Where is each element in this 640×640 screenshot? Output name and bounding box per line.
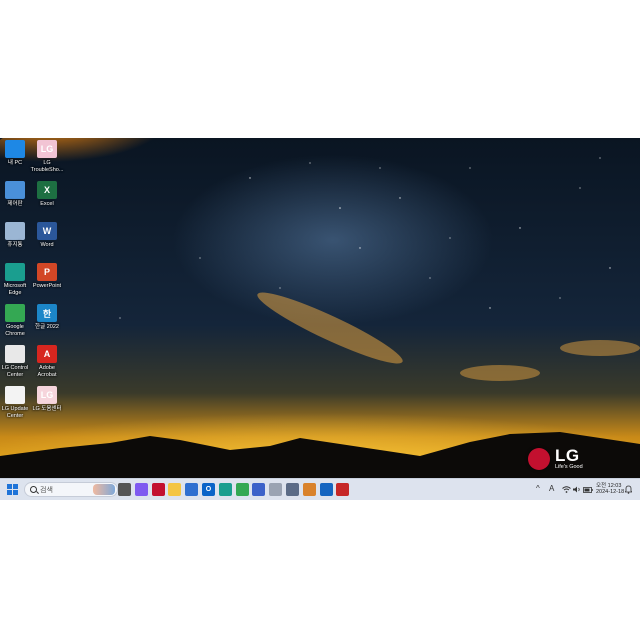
desktop-icon-recycle-bin[interactable]: 휴지통 (0, 222, 32, 249)
desktop-icon-label: 제어판 (7, 201, 23, 207)
lg-tagline: Life's Good (555, 464, 583, 470)
start-button[interactable] (7, 484, 18, 495)
defender-icon[interactable] (319, 483, 333, 496)
desktop-icon-label: Word (40, 242, 54, 248)
lg-app-icon[interactable] (151, 483, 165, 496)
desktop-icon-acrobat[interactable]: A Adobe Acrobat (30, 345, 64, 378)
lg-control-center-icon (5, 345, 25, 363)
excel-icon: X (37, 181, 57, 199)
desktop-icon-word[interactable]: W Word (30, 222, 64, 249)
computer-icon (5, 140, 25, 158)
desktop-icon-control-panel[interactable]: 제어판 (0, 181, 32, 208)
hangul-icon: 한 (37, 304, 57, 322)
show-hidden-icons-button[interactable]: ^ (536, 484, 540, 493)
acrobat-icon: A (37, 345, 57, 363)
search-highlight-image (93, 484, 115, 495)
app-orange-icon[interactable] (302, 483, 316, 496)
desktop-icon-label: 내 PC (7, 160, 23, 166)
volume-icon[interactable] (573, 486, 581, 493)
desktop-icon-lg-control-center[interactable]: LG Control Center (0, 345, 32, 378)
desktop-icon-computer[interactable]: 내 PC (0, 140, 32, 167)
desktop-icon-lg-help-center[interactable]: LG LG 도움센터 (30, 386, 64, 413)
lg-logo-icon (528, 448, 550, 470)
file-explorer-icon[interactable] (168, 483, 182, 496)
desktop-icon-hangul[interactable]: 한한글 2022 (30, 304, 64, 331)
notification-bell-icon[interactable] (625, 485, 632, 494)
desktop-icon-label: Microsoft Edge (3, 283, 27, 296)
app-gray-icon[interactable] (269, 483, 283, 496)
edge-icon (5, 263, 25, 281)
search-placeholder: 검색 (40, 487, 53, 494)
desktop-icon-label: LG Control Center (1, 365, 29, 378)
control-panel-icon (5, 181, 25, 199)
wallpaper (0, 138, 640, 478)
battery-icon[interactable] (583, 487, 593, 493)
snipping-tool-icon[interactable] (286, 483, 299, 496)
desktop-icon-label: LG TroubleSho... (30, 160, 64, 173)
input-method-indicator[interactable]: A (549, 484, 554, 493)
desktop-icon-label: Adobe Acrobat (37, 365, 57, 378)
lg-update-center-icon (5, 386, 25, 404)
desktop-icon-lg-update-center[interactable]: LG Update Center (0, 386, 32, 419)
outlook-icon[interactable]: O (202, 483, 215, 496)
desktop-icon-powerpoint[interactable]: P PowerPoint (30, 263, 64, 290)
recycle-bin-icon (5, 222, 25, 240)
desktop-icon-label: Excel (40, 201, 54, 207)
app-red-icon[interactable] (336, 483, 350, 496)
edge-taskbar-icon[interactable] (218, 483, 232, 496)
copilot-icon[interactable] (134, 483, 148, 496)
desktop-icon-lg-troubleshooter[interactable]: LG LG TroubleSho... (30, 140, 64, 173)
clock-date[interactable]: 2024-12-18 (596, 489, 624, 495)
desktop-icon-label: 휴지통 (7, 242, 23, 248)
desktop-icon-chrome[interactable]: Google Chrome (0, 304, 32, 337)
app-blue-icon[interactable] (252, 483, 266, 496)
search-input[interactable]: 검색 (24, 482, 118, 497)
clock-time[interactable]: 오전 12:03 (596, 481, 621, 489)
file-explorer-small-icon[interactable] (118, 483, 131, 496)
chrome-icon (5, 304, 25, 322)
microsoft-store-icon[interactable] (185, 483, 199, 496)
desktop-screen: 내 PC LG LG TroubleSho... 제어판 X Excel 휴지통 W Word M… (0, 138, 640, 500)
lg-logo-text: LG (555, 446, 580, 465)
desktop-icon-excel[interactable]: X Excel (30, 181, 64, 208)
lg-troubleshooter-icon: LG (37, 140, 57, 158)
search-icon (30, 486, 37, 493)
taskbar: 검색 O ^ A 오전 12:03 2024-12-18 (0, 478, 640, 500)
desktop-icon-label: LG Update Center (1, 406, 29, 419)
chrome-taskbar-icon[interactable] (235, 483, 249, 496)
desktop-icon-label: Google Chrome (5, 324, 25, 337)
desktop-icon-label: PowerPoint (32, 283, 62, 289)
desktop-icon-label: LG 도움센터 (32, 406, 62, 412)
wifi-icon[interactable] (562, 486, 571, 493)
word-icon: W (37, 222, 57, 240)
desktop-icon-label: 한글 2022 (35, 324, 59, 330)
desktop-icon-edge[interactable]: Microsoft Edge (0, 263, 32, 296)
powerpoint-icon: P (37, 263, 57, 281)
lg-help-center-icon: LG (37, 386, 57, 404)
